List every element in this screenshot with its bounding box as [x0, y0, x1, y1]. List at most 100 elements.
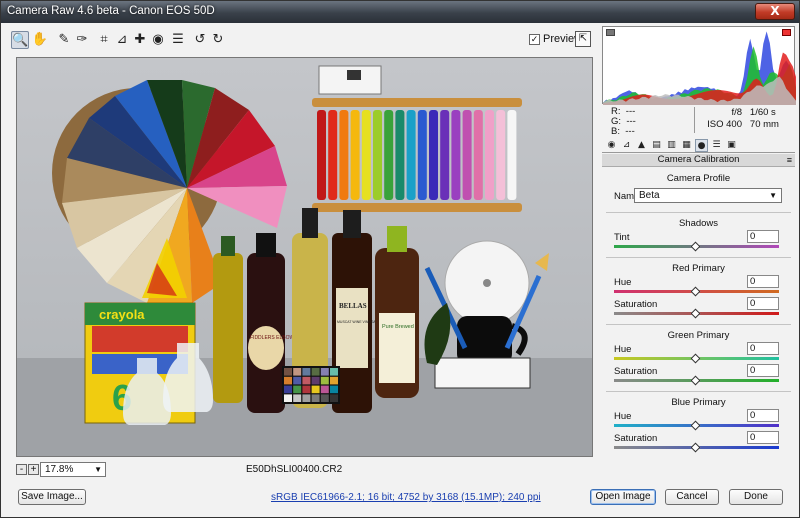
- red-hue-field[interactable]: 0: [747, 275, 779, 288]
- thread-spool: [350, 110, 360, 200]
- white-balance-tool-icon[interactable]: ✎: [55, 31, 73, 49]
- blue-hue-slider-thumb[interactable]: [690, 420, 701, 431]
- done-button[interactable]: Done: [729, 489, 783, 505]
- bottle-label-text-3: Pure Brewed: [382, 324, 414, 330]
- color-checker-patch: [293, 385, 302, 394]
- tab-lens-corrections-icon[interactable]: ▦: [680, 139, 693, 152]
- zoom-level-select[interactable]: 17.8% ▼: [40, 462, 106, 477]
- histogram: [602, 26, 796, 105]
- bottle-label-text: FIDDLERS ELBOW: [250, 335, 294, 341]
- thread-spool: [406, 110, 416, 200]
- color-checker-patch: [311, 368, 320, 376]
- color-checker-patch: [320, 394, 329, 402]
- color-checker-patch: [302, 368, 311, 376]
- blue-hue-label: Hue: [614, 411, 632, 422]
- color-checker-patch: [302, 385, 311, 394]
- green-saturation-field[interactable]: 0: [747, 364, 779, 377]
- tint-field[interactable]: 0: [747, 230, 779, 243]
- toolbar: ✓ Preview ⇱ 🔍 ✋ ✎ ✑ ⌗ ⊿ ✚ ◉ ☰ ↺ ↻: [9, 29, 593, 51]
- panel-title: Camera Calibration ≡: [602, 154, 795, 167]
- rotate-cw-tool-icon[interactable]: ↻: [209, 31, 227, 49]
- rotate-ccw-tool-icon[interactable]: ↺: [191, 31, 209, 49]
- highlight-clipping-warning-icon[interactable]: [782, 29, 791, 36]
- focal-length-value: 70 mm: [749, 119, 779, 130]
- shutter-value: 1/60 s: [749, 107, 776, 118]
- workflow-options-link[interactable]: sRGB IEC61966-2.1; 16 bit; 4752 by 3168 …: [271, 492, 541, 503]
- preview-checkbox[interactable]: ✓: [529, 34, 540, 45]
- title-bar: Camera Raw 4.6 beta - Canon EOS 50D X: [1, 1, 799, 23]
- blue-saturation-label: Saturation: [614, 433, 658, 444]
- red-eye-tool-icon[interactable]: ◉: [149, 31, 167, 49]
- preferences-tool-icon[interactable]: ☰: [169, 31, 187, 49]
- section-divider: [606, 391, 791, 392]
- color-checker-patch: [320, 376, 329, 385]
- panel-menu-icon[interactable]: ≡: [787, 154, 792, 166]
- green-primary-heading: Green Primary: [667, 330, 730, 341]
- color-checker-patch: [293, 376, 302, 385]
- tab-presets-icon[interactable]: ☰: [710, 139, 723, 152]
- tint-slider-thumb[interactable]: [690, 241, 701, 252]
- tab-camera-calibration-icon[interactable]: ●: [695, 139, 708, 152]
- color-checker: [282, 366, 340, 404]
- green-hue-slider-thumb[interactable]: [690, 353, 701, 364]
- image-preview[interactable]: crayola 6 FIDDLERS ELBOW BELLAS MUSCAT W…: [16, 57, 593, 457]
- camera-calibration-panel: Camera Calibration ≡ Camera Profile Name…: [602, 154, 795, 476]
- tab-basic-icon[interactable]: ◉: [605, 139, 618, 152]
- tab-split-toning-icon[interactable]: ▥: [665, 139, 678, 152]
- color-sampler-tool-icon[interactable]: ✑: [73, 31, 91, 49]
- retouch-tool-icon[interactable]: ✚: [131, 31, 149, 49]
- tab-hsl-icon[interactable]: ▤: [650, 139, 663, 152]
- thread-spool: [384, 110, 394, 200]
- zoom-tool-icon[interactable]: 🔍: [11, 31, 29, 49]
- tab-tone-curve-icon[interactable]: ⊿: [620, 139, 633, 152]
- open-image-button[interactable]: Open Image: [590, 489, 656, 505]
- green-hue-field[interactable]: 0: [747, 342, 779, 355]
- blue-saturation-slider-thumb[interactable]: [690, 442, 701, 453]
- red-primary-heading: Red Primary: [672, 263, 725, 274]
- thread-spool: [485, 110, 494, 200]
- thread-spool: [440, 110, 450, 200]
- green-saturation-slider-thumb[interactable]: [690, 375, 701, 386]
- save-image-button[interactable]: Save Image...: [18, 489, 86, 505]
- image-status-bar: - + 17.8% ▼ E50DhSLI00400.CR2: [16, 462, 593, 478]
- color-checker-patch: [330, 376, 338, 385]
- thread-spool: [496, 110, 506, 200]
- thread-spool: [339, 110, 349, 200]
- cancel-button[interactable]: Cancel: [665, 489, 719, 505]
- color-checker-patch: [293, 368, 302, 376]
- red-hue-slider-thumb[interactable]: [690, 286, 701, 297]
- thread-spool: [473, 110, 483, 200]
- zoom-in-button[interactable]: +: [28, 464, 39, 475]
- close-button[interactable]: X: [755, 3, 795, 20]
- red-saturation-slider-thumb[interactable]: [690, 308, 701, 319]
- panel-tabs: ◉ ⊿ ▲ ▤ ▥ ▦ ● ☰ ▣: [602, 138, 795, 153]
- rgb-exif-readout: R: --- G: --- B: --- f/8 1/60 s ISO 400 …: [602, 105, 795, 137]
- zoom-out-button[interactable]: -: [16, 464, 27, 475]
- red-saturation-field[interactable]: 0: [747, 297, 779, 310]
- bottle-label-text-2: BELLAS: [339, 302, 367, 310]
- color-checker-patch: [330, 394, 338, 402]
- aperture-value: f/8: [731, 107, 742, 118]
- green-saturation-label: Saturation: [614, 366, 658, 377]
- tab-snapshots-icon[interactable]: ▣: [725, 139, 738, 152]
- iso-value: ISO 400: [707, 119, 742, 130]
- readout-divider: [694, 107, 695, 133]
- crop-tool-icon[interactable]: ⌗: [95, 31, 113, 49]
- blue-saturation-field[interactable]: 0: [747, 431, 779, 444]
- color-checker-patch: [330, 385, 338, 394]
- bottle-label-sub: MUSCAT WINE VINEGAR: [337, 320, 379, 324]
- chevron-down-icon: ▼: [94, 465, 102, 474]
- hand-tool-icon[interactable]: ✋: [31, 31, 49, 49]
- camera-profile-select[interactable]: Beta ▼: [634, 188, 782, 203]
- rgb-values: R: --- G: --- B: ---: [611, 107, 636, 137]
- red-saturation-label: Saturation: [614, 299, 658, 310]
- zoom-level-value: 17.8%: [45, 464, 74, 475]
- tint-label: Tint: [614, 232, 630, 243]
- shadow-clipping-warning-icon[interactable]: [606, 29, 615, 36]
- fullscreen-toggle-icon[interactable]: ⇱: [575, 31, 591, 47]
- thread-spool: [328, 110, 338, 200]
- blue-hue-field[interactable]: 0: [747, 409, 779, 422]
- tab-detail-icon[interactable]: ▲: [635, 139, 648, 152]
- straighten-tool-icon[interactable]: ⊿: [113, 31, 131, 49]
- thread-spool: [317, 110, 326, 200]
